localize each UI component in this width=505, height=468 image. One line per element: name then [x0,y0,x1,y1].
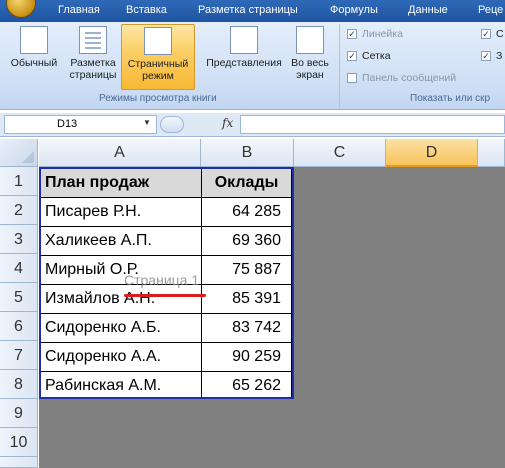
page-break-label-1: Страничный [127,58,189,70]
headings-label: З [496,50,503,62]
row-header-4[interactable]: 4 [0,254,38,283]
full-screen-icon [296,26,324,54]
cell-b1[interactable]: Оклады [202,169,292,198]
column-header-b[interactable]: B [201,139,294,167]
normal-view-icon [20,26,48,54]
row-header-6[interactable]: 6 [0,312,38,341]
annotation-underline-watermark [124,294,206,297]
gridlines-checkbox[interactable]: ✓ Сетка [347,50,391,62]
formula-bar-check-icon: ✓ [481,29,491,39]
view-group-label: Режимы просмотра книги [99,93,217,104]
group-separator [339,24,340,108]
cell-a7[interactable]: Сидоренко А.А. [41,343,202,372]
normal-view-button[interactable]: Обычный [6,24,62,90]
insert-function-icon[interactable]: fx [222,116,233,130]
row-header-8[interactable]: 8 [0,370,38,399]
ribbon-tab-bar: Главная Вставка Разметка страницы Формул… [0,0,505,22]
tab-review[interactable]: Реце [478,4,503,16]
headings-check-icon: ✓ [481,51,491,61]
page-break-label-2: режим [142,70,174,82]
full-screen-label-1: Во весь [291,57,329,69]
page-layout-label-1: Разметка [70,57,116,69]
office-button-icon[interactable] [6,0,36,18]
name-box[interactable]: D13 [4,115,157,134]
cell-b2[interactable]: 64 285 [202,198,292,227]
ruler-label: Линейка [362,28,403,40]
show-group-label: Показать или скр [410,93,491,104]
row-header-1[interactable]: 1 [0,167,38,196]
ruler-checkbox[interactable]: ✓ Линейка [347,28,403,40]
gridlines-label: Сетка [362,50,391,62]
page-layout-label-2: страницы [69,69,117,81]
message-bar-label: Панель сообщений [362,72,457,84]
tab-insert[interactable]: Вставка [126,4,167,16]
tab-page-layout[interactable]: Разметка страницы [198,4,298,16]
message-bar-checkbox[interactable]: Панель сообщений [347,72,456,84]
select-all-button[interactable] [0,139,38,167]
row-header-5[interactable]: 5 [0,283,38,312]
message-bar-check-icon [347,73,357,83]
column-header-d[interactable]: D [386,139,478,167]
full-screen-button[interactable]: Во весь экран [288,24,332,90]
column-header-e[interactable] [478,139,505,167]
ribbon-view-panel: Обычный Разметка страницы Страничный реж… [0,22,505,119]
formula-bar-label: С [496,28,504,40]
tab-formulas[interactable]: Формулы [330,4,378,16]
page-layout-view-button[interactable]: Разметка страницы [66,24,120,90]
row-header-7[interactable]: 7 [0,341,38,370]
cell-b5[interactable]: 85 391 [202,285,292,314]
formula-bar-checkbox[interactable]: ✓ С [481,28,504,40]
cell-a6[interactable]: Сидоренко А.Б. [41,314,202,343]
row-header-10[interactable]: 10 [0,428,38,457]
tab-home[interactable]: Главная [58,4,100,16]
tab-data[interactable]: Данные [408,4,448,16]
cell-b4[interactable]: 75 887 [202,256,292,285]
column-header-c[interactable]: C [294,139,386,167]
formula-input[interactable] [240,115,505,134]
cell-a3[interactable]: Халикеев А.П. [41,227,202,256]
formula-bar: D13 ▼ fx [0,113,505,137]
headings-checkbox[interactable]: ✓ З [481,50,502,62]
row-header-3[interactable]: 3 [0,225,38,254]
full-screen-label-2: экран [296,69,324,81]
cell-a1[interactable]: План продаж [41,169,202,198]
name-box-dropdown-icon[interactable]: ▼ [143,118,151,127]
custom-views-icon [230,26,258,54]
page-layout-icon [79,26,107,54]
row-header-11[interactable] [0,457,38,468]
custom-views-label: Представления [206,57,282,69]
worksheet-grid: A B C D 1 2 3 4 5 6 7 8 9 10 План продаж… [0,139,505,468]
cell-b7[interactable]: 90 259 [202,343,292,372]
page-break-preview-icon [144,27,172,55]
row-header-2[interactable]: 2 [0,196,38,225]
cell-b8[interactable]: 65 262 [202,372,292,397]
normal-view-label: Обычный [10,57,58,69]
cell-a8[interactable]: Рабинская А.М. [41,372,202,397]
cell-a2[interactable]: Писарев Р.Н. [41,198,202,227]
gridlines-check-icon: ✓ [347,51,357,61]
page-break-preview-button[interactable]: Страничный режим [121,24,195,90]
page-number-watermark: Страница 1 [124,272,200,288]
cell-b3[interactable]: 69 360 [202,227,292,256]
cell-a5[interactable]: Измайлов А.Н. [41,285,202,314]
column-header-a[interactable]: A [39,139,201,167]
row-header-9[interactable]: 9 [0,399,38,428]
cell-b6[interactable]: 83 742 [202,314,292,343]
formula-bar-expand-button[interactable] [160,116,184,133]
custom-views-button[interactable]: Представления [202,24,286,90]
ruler-check-icon: ✓ [347,29,357,39]
